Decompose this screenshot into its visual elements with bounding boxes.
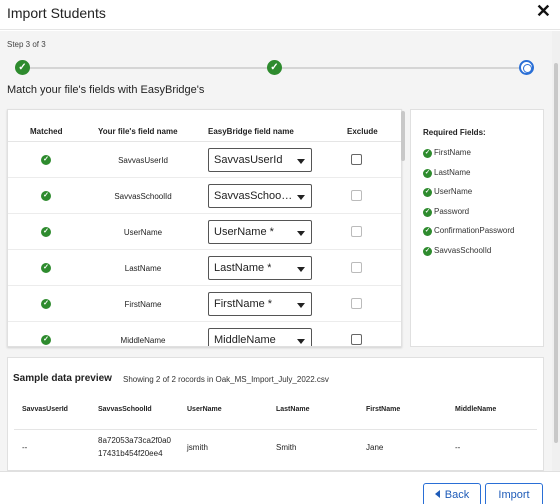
sample-cell-schoolid-line1: 8a72053a73ca2f0a0 (98, 436, 171, 445)
close-icon[interactable]: ✕ (536, 2, 551, 20)
exclude-checkbox[interactable] (351, 190, 362, 201)
sample-col-savvasuserid: SavvasUserId (22, 406, 68, 413)
chevron-down-icon (297, 267, 305, 272)
exclude-checkbox[interactable] (351, 298, 362, 309)
sample-col-middlename: MiddleName (455, 406, 497, 413)
check-icon: ✓ (423, 208, 432, 217)
sample-title: Sample data preview (13, 373, 112, 384)
easybridge-field-select[interactable]: SavvasUserId (208, 148, 312, 172)
matched-check-icon: ✓ (41, 263, 51, 273)
exclude-checkbox[interactable] (351, 226, 362, 237)
mapping-row: ✓ SavvasUserId SavvasUserId (8, 142, 401, 178)
mapping-scrollbar[interactable] (401, 111, 405, 161)
field-mapping-table: Matched Your file's field name EasyBridg… (7, 109, 402, 347)
sample-col-firstname: FirstName (366, 406, 401, 413)
step-indicator-text: Step 3 of 3 (7, 40, 46, 49)
sample-cell-savvasuserid: -- (22, 443, 28, 452)
col-exclude: Exclude (347, 127, 378, 136)
easybridge-field-select[interactable]: SavvasSchoolI... (208, 184, 312, 208)
sample-divider (14, 429, 537, 430)
sample-col-lastname: LastName (276, 406, 310, 413)
sample-cell-firstname: Jane (366, 443, 384, 452)
sample-cell-middlename: -- (455, 443, 461, 452)
sample-cell-username: jsmith (187, 443, 208, 452)
exclude-checkbox[interactable] (351, 334, 362, 345)
back-button[interactable]: Back (423, 483, 481, 504)
exclude-checkbox[interactable] (351, 262, 362, 273)
check-icon: ✓ (423, 188, 432, 197)
mapping-row: ✓ LastName LastName * (8, 250, 401, 286)
mapping-row: ✓ UserName UserName * (8, 214, 401, 250)
sample-data-preview: Sample data preview Showing 2 of 2 rocor… (7, 357, 544, 471)
sample-caption: Showing 2 of 2 rocords in Oak_MS_Import_… (123, 375, 329, 384)
dialog-header: Import Students ✕ (0, 0, 560, 30)
sample-col-savvasschoolid: SavvasSchoolId (98, 406, 152, 413)
dialog-scrollbar[interactable] (552, 31, 560, 471)
file-field-name: UserName (123, 228, 163, 237)
file-field-name: MiddleName (120, 336, 166, 345)
easybridge-field-select[interactable]: UserName * (208, 220, 312, 244)
col-matched: Matched (30, 127, 63, 136)
sample-col-username: UserName (187, 406, 222, 413)
chevron-down-icon (297, 231, 305, 236)
matched-check-icon: ✓ (41, 191, 51, 201)
mapping-title: Match your file's fields with EasyBridge… (7, 84, 205, 96)
step-3-current-icon (519, 60, 534, 75)
file-field-name: SavvasUserId (118, 156, 168, 165)
check-icon: ✓ (423, 247, 432, 256)
easybridge-field-select[interactable]: MiddleName (208, 328, 312, 346)
dialog-title: Import Students (7, 5, 106, 21)
step-1-check-icon: ✓ (15, 60, 30, 75)
col-easybridge-field: EasyBridge field name (208, 127, 294, 136)
chevron-down-icon (297, 195, 305, 200)
import-button[interactable]: Import (485, 483, 543, 504)
required-fields-title: Required Fields: (423, 128, 486, 137)
matched-check-icon: ✓ (41, 155, 51, 165)
matched-check-icon: ✓ (41, 335, 51, 345)
sample-cell-lastname: Smith (276, 443, 297, 452)
file-field-name: SavvasSchoolId (114, 192, 172, 201)
chevron-left-icon (434, 490, 440, 498)
matched-check-icon: ✓ (41, 227, 51, 237)
step-2-check-icon: ✓ (267, 60, 282, 75)
easybridge-field-select[interactable]: FirstName * (208, 292, 312, 316)
matched-check-icon: ✓ (41, 299, 51, 309)
file-field-name: FirstName (124, 300, 162, 309)
sample-cell-schoolid-line2: 17431b454f20ee4 (98, 449, 163, 458)
check-icon: ✓ (423, 169, 432, 178)
chevron-down-icon (297, 339, 305, 344)
chevron-down-icon (297, 303, 305, 308)
mapping-table-header: Matched Your file's field name EasyBridg… (8, 110, 401, 142)
check-icon: ✓ (423, 149, 432, 158)
dialog-body: Step 3 of 3 ✓ ✓ Match your file's fields… (0, 31, 560, 471)
mapping-row: ✓ FirstName FirstName * (8, 286, 401, 322)
mapping-row: ✓ SavvasSchoolId SavvasSchoolI... (8, 178, 401, 214)
col-file-field: Your file's field name (98, 127, 178, 136)
file-field-name: LastName (124, 264, 162, 273)
dialog-scrollbar-thumb[interactable] (554, 63, 558, 443)
required-fields-panel: Required Fields: ✓ FirstName ✓ LastName ✓ U… (410, 109, 544, 347)
mapping-row: ✓ MiddleName MiddleName (8, 322, 401, 346)
chevron-down-icon (297, 159, 305, 164)
exclude-checkbox[interactable] (351, 154, 362, 165)
easybridge-field-select[interactable]: LastName * (208, 256, 312, 280)
dialog-footer: Back Import (0, 471, 560, 504)
check-icon: ✓ (423, 227, 432, 236)
